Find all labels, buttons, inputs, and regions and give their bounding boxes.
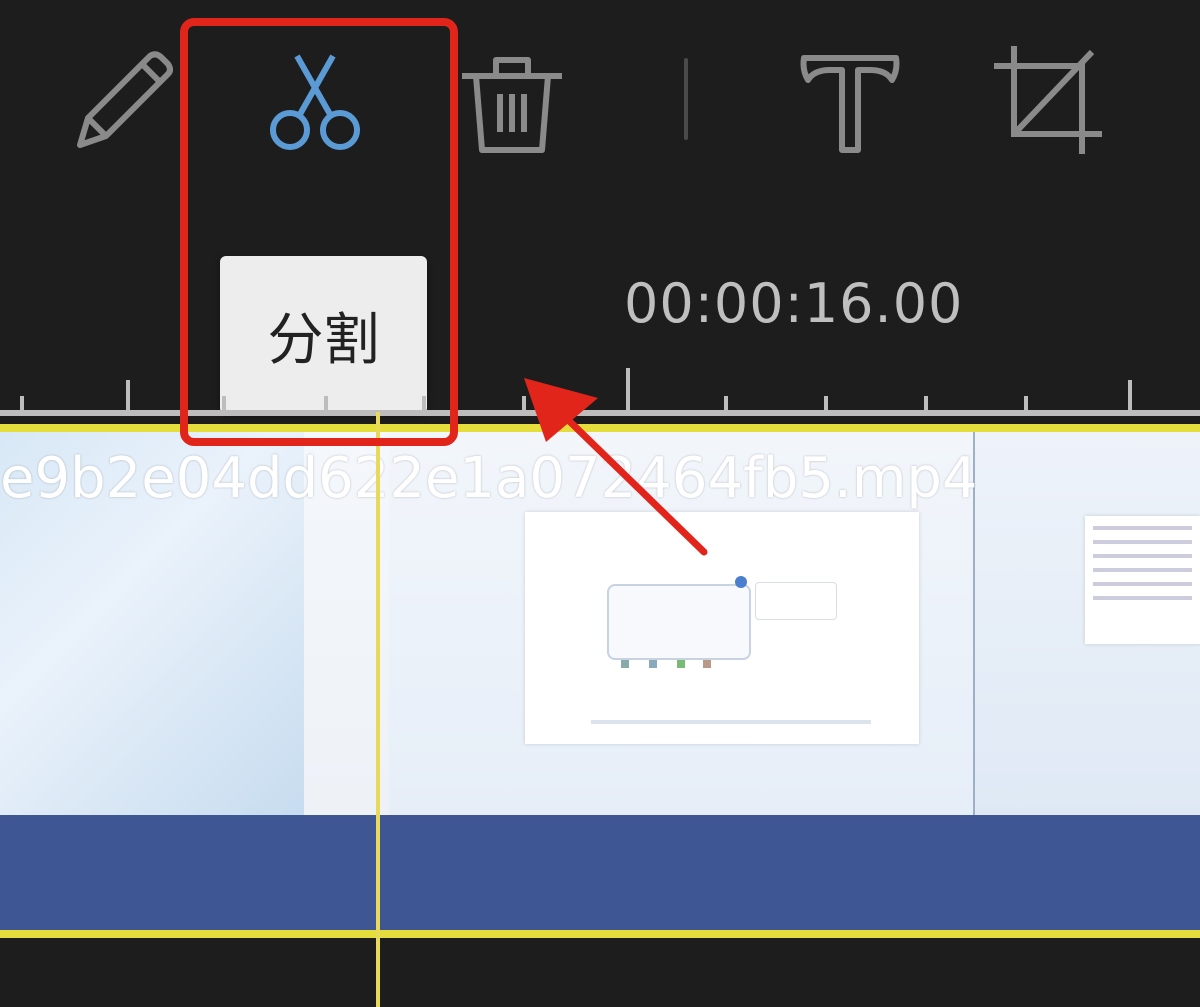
annotation-arrow — [524, 378, 708, 556]
